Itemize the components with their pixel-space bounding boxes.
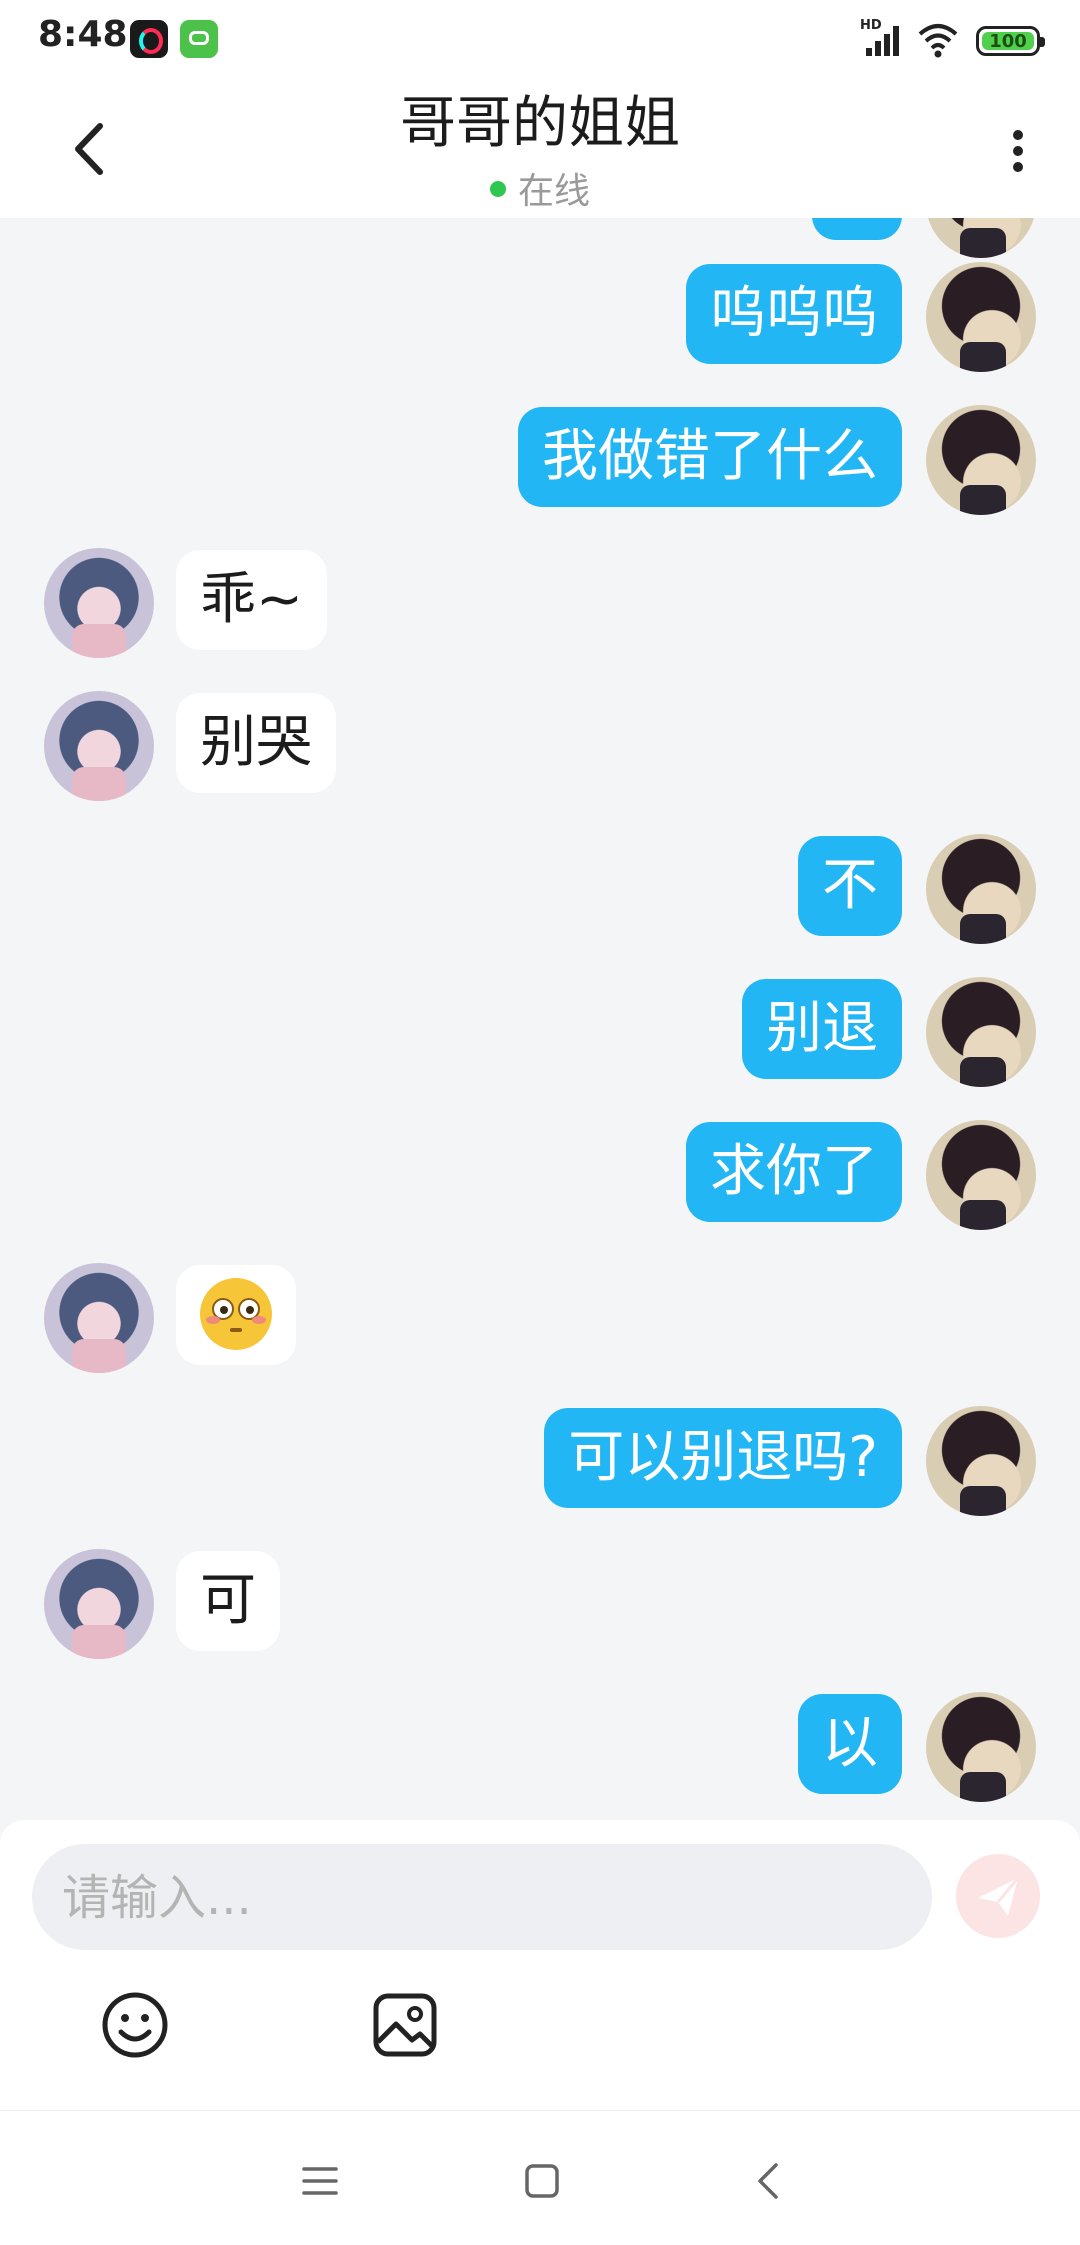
message-row: 呜呜呜 bbox=[0, 262, 1080, 376]
contact-avatar[interactable] bbox=[44, 691, 154, 801]
message-bubble-partial bbox=[812, 218, 902, 240]
message-row: 我做错了什么 bbox=[0, 405, 1080, 519]
more-options-button[interactable] bbox=[1008, 124, 1028, 184]
status-time: 8:48 bbox=[38, 14, 128, 55]
message-bubble[interactable]: 我做错了什么 bbox=[518, 407, 902, 507]
status-bar: 8:48 HD 100 bbox=[0, 0, 1080, 84]
message-bubble[interactable]: 可 bbox=[176, 1551, 280, 1651]
message-bubble[interactable]: 求你了 bbox=[686, 1122, 902, 1222]
tiktok-app-icon bbox=[130, 20, 168, 58]
message-bubble[interactable]: 别哭 bbox=[176, 693, 336, 793]
message-bubble[interactable]: 呜呜呜 bbox=[686, 264, 902, 364]
menu-nav-button[interactable] bbox=[296, 2157, 344, 2205]
message-bubble[interactable]: 以 bbox=[798, 1694, 902, 1794]
message-bubble[interactable]: 别退 bbox=[742, 979, 902, 1079]
message-row: 别哭 bbox=[0, 691, 1080, 805]
message-bubble[interactable]: 可以别退吗? bbox=[544, 1408, 902, 1508]
emoji-button[interactable] bbox=[100, 1990, 170, 2060]
message-row: 乖~ bbox=[0, 548, 1080, 662]
home-nav-button[interactable] bbox=[518, 2157, 566, 2205]
flushed-face-icon bbox=[200, 1277, 272, 1350]
contact-avatar[interactable] bbox=[44, 1263, 154, 1373]
signal-icon bbox=[866, 26, 899, 56]
my-avatar[interactable] bbox=[926, 405, 1036, 515]
send-button[interactable] bbox=[956, 1854, 1040, 1938]
my-avatar[interactable] bbox=[926, 1120, 1036, 1230]
online-dot-icon bbox=[489, 181, 506, 197]
battery-level: 100 bbox=[989, 31, 1027, 52]
wifi-icon bbox=[918, 24, 958, 58]
system-navigation-bar bbox=[0, 2110, 1080, 2245]
my-avatar[interactable] bbox=[926, 834, 1036, 944]
online-status-label: 在线 bbox=[517, 171, 590, 212]
message-bubble[interactable]: 乖~ bbox=[176, 550, 327, 650]
my-avatar[interactable] bbox=[926, 262, 1036, 372]
contact-avatar[interactable] bbox=[44, 1549, 154, 1659]
my-avatar[interactable] bbox=[926, 218, 1036, 258]
message-row: 可以别退吗? bbox=[0, 1406, 1080, 1520]
back-nav-button[interactable] bbox=[746, 2157, 794, 2205]
my-avatar[interactable] bbox=[926, 977, 1036, 1087]
message-row: 不 bbox=[0, 834, 1080, 948]
chat-header: 哥哥的姐姐 在线 bbox=[0, 84, 1080, 218]
message-input-container[interactable] bbox=[32, 1844, 932, 1952]
message-list[interactable]: 呜呜呜 我做错了什么 乖~ 别哭 不 别退 求你了 可以别退吗? 可 以 bbox=[0, 218, 1080, 1820]
composer-panel bbox=[0, 1820, 1080, 2110]
message-row: 可 bbox=[0, 1549, 1080, 1663]
notification-app-icon bbox=[180, 20, 218, 58]
contact-avatar[interactable] bbox=[44, 548, 154, 658]
online-status: 在线 bbox=[0, 162, 1080, 214]
image-button[interactable] bbox=[370, 1990, 440, 2060]
message-row: 求你了 bbox=[0, 1120, 1080, 1234]
battery-icon: 100 bbox=[976, 26, 1045, 56]
message-bubble[interactable]: 不 bbox=[798, 836, 902, 936]
message-row bbox=[0, 1263, 1080, 1377]
message-bubble-emoji[interactable] bbox=[176, 1265, 296, 1365]
my-avatar[interactable] bbox=[926, 1692, 1036, 1802]
my-avatar[interactable] bbox=[926, 1406, 1036, 1516]
message-row: 以 bbox=[0, 1692, 1080, 1806]
chat-title: 哥哥的姐姐 bbox=[400, 91, 680, 156]
message-row: 别退 bbox=[0, 977, 1080, 1091]
message-input[interactable] bbox=[60, 1844, 904, 1952]
